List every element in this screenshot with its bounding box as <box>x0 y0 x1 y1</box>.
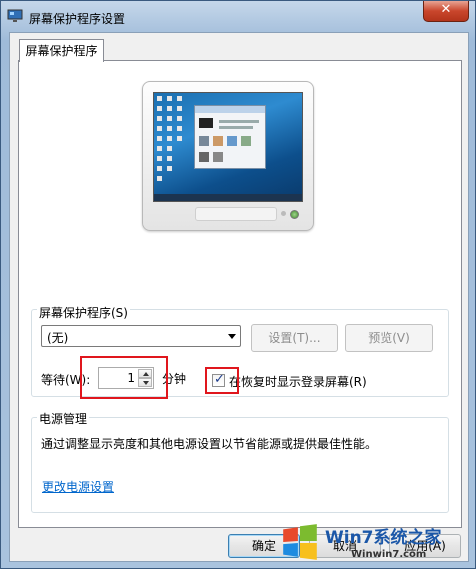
watermark: Win7系统之家 Winwin7.com <box>283 519 473 569</box>
monitor-preview <box>142 81 314 231</box>
tab-screensaver[interactable]: 屏幕保护程序 <box>19 39 104 62</box>
explorer-window-thumbnail <box>194 105 266 169</box>
screensaver-group-label: 屏幕保护程序(S) <box>37 304 130 321</box>
settings-button[interactable]: 设置(T)... <box>251 324 338 352</box>
screensaver-settings-window: 屏幕保护程序设置 ✕ 屏幕保护程序 屏幕保护程序(S) (无) 设置(T)...… <box>0 0 476 569</box>
title-bar[interactable]: 屏幕保护程序设置 ✕ <box>1 1 475 31</box>
monitor-indicator <box>281 211 286 216</box>
resume-logon-label[interactable]: 在恢复时显示登录屏幕(R) <box>229 373 367 390</box>
window-title: 屏幕保护程序设置 <box>29 12 126 26</box>
power-description: 通过调整显示亮度和其他电源设置以节省能源或提供最佳性能。 <box>41 437 378 451</box>
preview-screen <box>153 92 303 202</box>
wait-highlight-box <box>80 356 168 399</box>
screensaver-select-value: (无) <box>47 331 69 345</box>
display-icon <box>7 9 23 22</box>
preview-button[interactable]: 预览(V) <box>345 324 433 352</box>
taskbar-thumbnail <box>154 194 302 201</box>
watermark-brand: Win7系统之家 <box>325 528 442 548</box>
watermark-url: Winwin7.com <box>351 549 427 560</box>
screensaver-select[interactable]: (无) <box>41 325 241 347</box>
power-light-icon <box>290 210 299 219</box>
power-group <box>31 417 449 513</box>
windows-logo-icon <box>283 524 317 560</box>
chevron-down-icon <box>228 334 236 339</box>
power-group-label: 电源管理 <box>37 410 90 427</box>
change-power-settings-link[interactable]: 更改电源设置 <box>42 478 114 495</box>
desktop-icons <box>157 96 191 186</box>
close-button[interactable]: ✕ <box>423 1 469 22</box>
monitor-control-strip <box>195 207 277 221</box>
checkbox-highlight-box <box>205 367 239 394</box>
